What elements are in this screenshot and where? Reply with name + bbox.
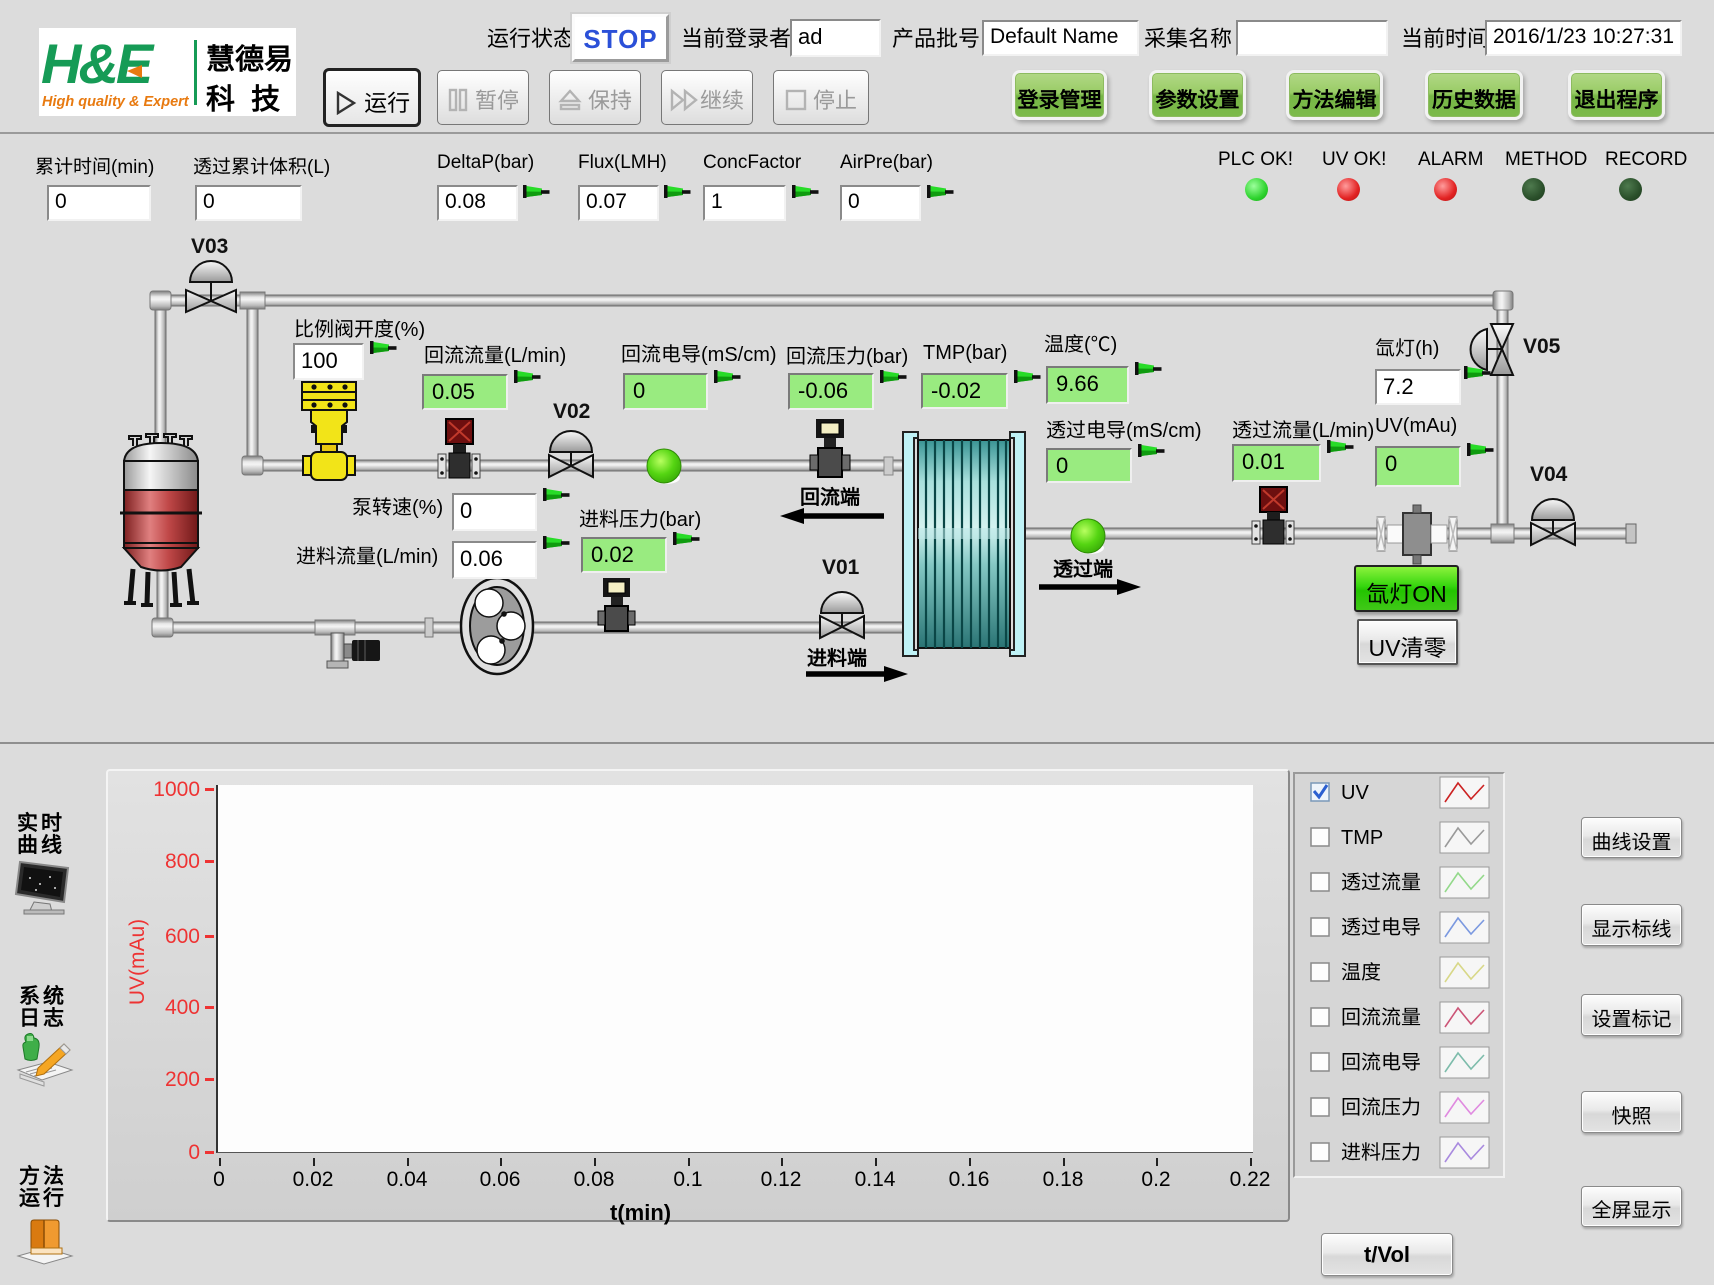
svg-text:温度: 温度 xyxy=(1341,962,1381,984)
svg-text:进料压力: 进料压力 xyxy=(1341,1142,1421,1164)
svg-text:回流压力: 回流压力 xyxy=(1341,1097,1421,1119)
svg-text:UV: UV xyxy=(1341,782,1369,804)
svg-text:TMP: TMP xyxy=(1341,827,1383,849)
svg-text:回流电导: 回流电导 xyxy=(1341,1052,1421,1074)
svg-text:透过流量: 透过流量 xyxy=(1341,872,1421,894)
svg-text:透过电导: 透过电导 xyxy=(1341,917,1421,939)
svg-text:回流流量: 回流流量 xyxy=(1341,1007,1421,1029)
